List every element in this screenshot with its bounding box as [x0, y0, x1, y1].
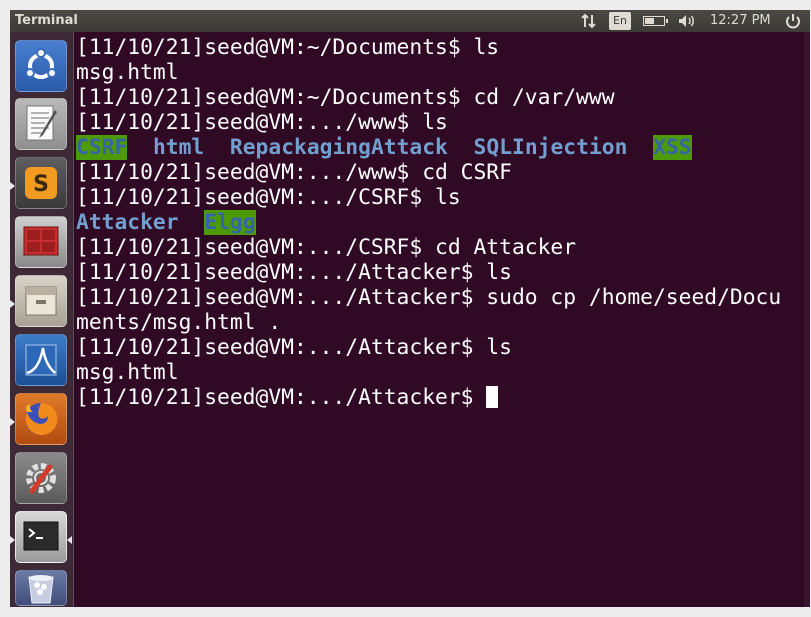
- terminal-text: [11/10/21]seed@VM:.../Attacker$ sudo cp …: [76, 285, 782, 310]
- terminal-line: [11/10/21]seed@VM:.../Attacker$: [76, 385, 781, 410]
- system-settings-icon[interactable]: [15, 452, 67, 504]
- terminal-text: [11/10/21]seed@VM:.../Attacker$: [76, 385, 487, 410]
- trash-icon[interactable]: [15, 570, 67, 606]
- terminal-line: ments/msg.html .: [76, 310, 781, 335]
- app-title: Terminal: [15, 13, 78, 28]
- terminal-text: [11/10/21]seed@VM:~/Documents$ ls: [76, 35, 500, 60]
- volume-icon[interactable]: [677, 10, 699, 32]
- svg-text:S: S: [33, 172, 49, 197]
- directory-name: RepackagingAttack: [229, 135, 448, 160]
- firefox-icon[interactable]: [15, 393, 67, 445]
- terminal-text: [11/10/21]seed@VM:.../www$ cd CSRF: [76, 160, 512, 185]
- active-indicator: [67, 536, 72, 544]
- power-icon[interactable]: [783, 10, 803, 32]
- terminal-line: msg.html: [76, 60, 781, 85]
- terminal-cursor: [486, 386, 499, 408]
- keyboard-language-indicator[interactable]: En: [609, 12, 631, 30]
- sublime-text-icon[interactable]: S: [15, 157, 67, 209]
- ubuntu-dash-icon[interactable]: [15, 40, 67, 92]
- terminal-line: [11/10/21]seed@VM:~/Documents$ ls: [76, 35, 781, 60]
- terminal-text: [11/10/21]seed@VM:.../Attacker$ ls: [76, 335, 512, 360]
- terminal-text: msg.html: [76, 360, 179, 385]
- terminal-text: [11/10/21]seed@VM:.../Attacker$ ls: [76, 260, 512, 285]
- terminal-red-icon[interactable]: [15, 216, 67, 268]
- terminal-line: Attacker Elgg: [76, 210, 781, 235]
- terminal-line: [11/10/21]seed@VM:.../www$ ls: [76, 110, 781, 135]
- battery-level-fill: [645, 18, 654, 24]
- clock[interactable]: 12:27 PM: [710, 10, 771, 32]
- terminal-window[interactable]: [11/10/21]seed@VM:~/Documents$ ls msg.htm…: [74, 32, 810, 607]
- terminal-line: CSRF html RepackagingAttack SQLInjection…: [76, 135, 781, 160]
- terminal-line: [11/10/21]seed@VM:.../Attacker$ ls: [76, 260, 781, 285]
- terminal-icon[interactable]: [15, 511, 67, 563]
- terminal-text: ments/msg.html .: [76, 310, 282, 335]
- terminal-text: [11/10/21]seed@VM:.../CSRF$ ls: [76, 185, 461, 210]
- launcher-sidebar: S: [10, 32, 74, 607]
- desktop-screen: Terminal En 12:27 PM S [11/10/21]seed@VM…: [10, 10, 810, 607]
- terminal-line: [11/10/21]seed@VM:.../CSRF$ cd Attacker: [76, 235, 781, 260]
- battery-icon[interactable]: [643, 16, 668, 26]
- directory-name: XSS: [653, 135, 692, 160]
- terminal-line: [11/10/21]seed@VM:.../CSRF$ ls: [76, 185, 781, 210]
- terminal-text: [11/10/21]seed@VM:.../CSRF$ cd Attacker: [76, 235, 577, 260]
- top-panel: Terminal En 12:27 PM: [10, 10, 810, 32]
- wireshark-icon[interactable]: [15, 334, 67, 386]
- terminal-scrollbar[interactable]: [804, 32, 810, 607]
- terminal-text: [11/10/21]seed@VM:.../www$ ls: [76, 110, 448, 135]
- terminal-text: [11/10/21]seed@VM:~/Documents$ cd /var/w…: [76, 85, 615, 110]
- terminal-line: [11/10/21]seed@VM:.../www$ cd CSRF: [76, 160, 781, 185]
- terminal-line: [11/10/21]seed@VM:~/Documents$ cd /var/w…: [76, 85, 781, 110]
- terminal-line: [11/10/21]seed@VM:.../Attacker$ ls: [76, 335, 781, 360]
- terminal-text: msg.html: [76, 60, 179, 85]
- directory-name: Attacker: [76, 210, 179, 235]
- directory-name: CSRF: [76, 135, 128, 160]
- terminal-output[interactable]: [11/10/21]seed@VM:~/Documents$ ls msg.htm…: [76, 35, 781, 410]
- file-manager-icon[interactable]: [15, 275, 67, 327]
- directory-name: html: [152, 135, 205, 160]
- terminal-line: msg.html: [76, 360, 781, 385]
- text-editor-icon[interactable]: [15, 98, 67, 150]
- directory-name: SQLInjection: [473, 135, 628, 160]
- terminal-line: [11/10/21]seed@VM:.../Attacker$ sudo cp …: [76, 285, 781, 310]
- network-icon[interactable]: [580, 10, 598, 32]
- directory-name: Elgg: [204, 210, 256, 235]
